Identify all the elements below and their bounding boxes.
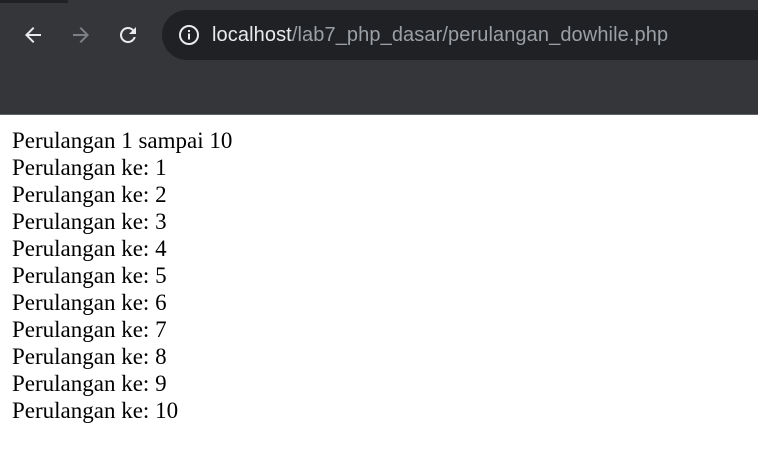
loop-line: Perulangan ke: 9 bbox=[12, 371, 167, 396]
loop-line: Perulangan ke: 1 bbox=[12, 155, 167, 180]
address-bar[interactable]: localhost/lab7_php_dasar/perulangan_dowh… bbox=[162, 10, 758, 60]
arrow-left-icon bbox=[25, 27, 41, 43]
page-content: Perulangan 1 sampai 10 Perulangan ke: 1 … bbox=[12, 127, 232, 424]
arrow-right-icon bbox=[73, 27, 89, 43]
loop-line: Perulangan ke: 2 bbox=[12, 182, 167, 207]
forward-button[interactable] bbox=[64, 18, 98, 52]
reload-button[interactable] bbox=[111, 18, 145, 52]
info-icon[interactable] bbox=[178, 24, 200, 46]
loop-line: Perulangan ke: 3 bbox=[12, 209, 167, 234]
loop-line: Perulangan ke: 4 bbox=[12, 236, 167, 261]
browser-toolbar: localhost/lab7_php_dasar/perulangan_dowh… bbox=[0, 10, 758, 60]
url-path: /lab7_php_dasar/perulangan_dowhile.php bbox=[291, 23, 669, 46]
url-text[interactable]: localhost/lab7_php_dasar/perulangan_dowh… bbox=[212, 24, 668, 47]
page-heading: Perulangan 1 sampai 10 bbox=[12, 128, 233, 153]
reload-icon bbox=[119, 26, 136, 43]
url-host: localhost bbox=[212, 23, 292, 46]
loop-line: Perulangan ke: 5 bbox=[12, 263, 167, 288]
loop-line: Perulangan ke: 6 bbox=[12, 290, 167, 315]
tab-strip-edge bbox=[0, 0, 68, 3]
browser-chrome: localhost/lab7_php_dasar/perulangan_dowh… bbox=[0, 0, 758, 115]
loop-line: Perulangan ke: 7 bbox=[12, 317, 167, 342]
loop-line: Perulangan ke: 8 bbox=[12, 344, 167, 369]
loop-line: Perulangan ke: 10 bbox=[12, 398, 179, 423]
back-button[interactable] bbox=[16, 18, 50, 52]
